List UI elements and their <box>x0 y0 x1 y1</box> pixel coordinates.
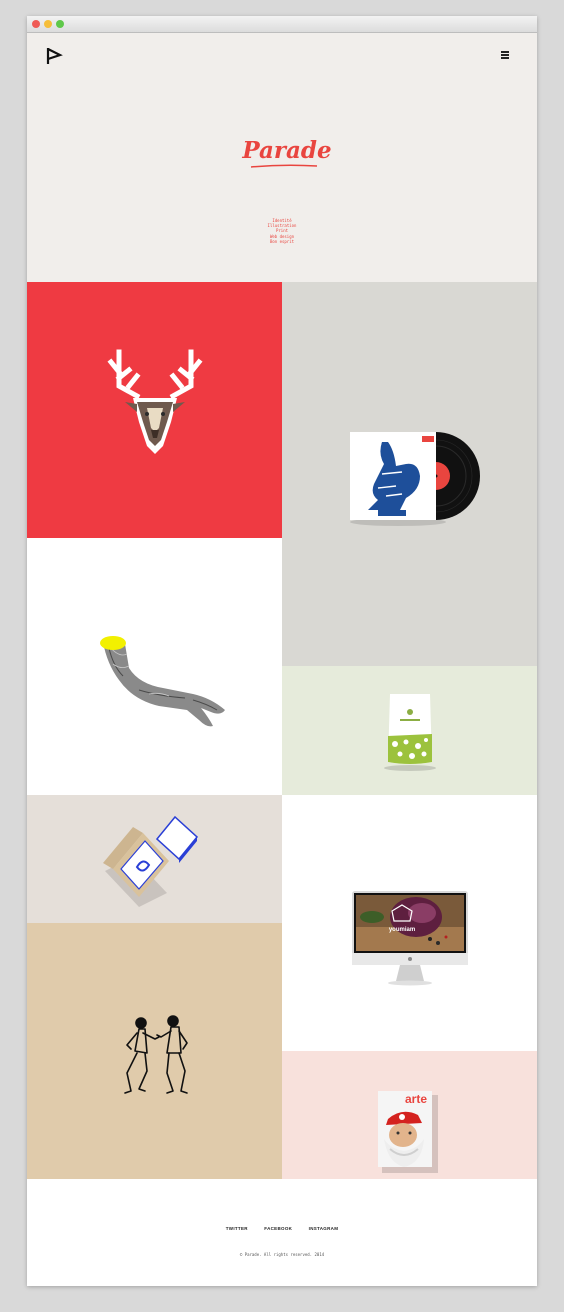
portfolio-tile-pouch[interactable] <box>282 666 537 795</box>
facebook-link[interactable]: FACEBOOK <box>264 1226 292 1231</box>
play-flag-icon[interactable] <box>45 47 63 65</box>
business-cards-icon <box>103 815 199 907</box>
magazine-cover-icon: arte <box>378 1091 438 1173</box>
services-list: Identité Illustration Print Web design B… <box>227 218 337 244</box>
portfolio-tile-vinyl[interactable] <box>282 282 537 666</box>
brand-swash <box>250 164 318 168</box>
twitter-link[interactable]: TWITTER <box>226 1226 248 1231</box>
zoom-window-button[interactable] <box>56 20 64 28</box>
brand-name: Parade <box>242 137 332 164</box>
portfolio-tile-arte[interactable]: arte <box>282 1051 537 1179</box>
service-link-bon-esprit[interactable]: Bon esprit <box>227 239 337 244</box>
copyright-text: © Parade. All rights reserved. 2014 <box>239 1252 325 1257</box>
portfolio-tile-dance[interactable] <box>27 923 282 1179</box>
dancing-figures-icon <box>124 1015 188 1094</box>
portfolio-tile-deer[interactable] <box>27 282 282 538</box>
close-window-button[interactable] <box>32 20 40 28</box>
instagram-link[interactable]: INSTAGRAM <box>309 1226 339 1231</box>
hero-section: Parade Identité Illustration Print Web d… <box>27 33 537 282</box>
deer-head-icon <box>107 349 203 454</box>
minimize-window-button[interactable] <box>44 20 52 28</box>
computer-screen-icon: youmiam <box>352 891 468 986</box>
magazine-title: arte <box>405 1092 427 1106</box>
page-footer: TWITTER FACEBOOK INSTAGRAM © Parade. All… <box>27 1179 537 1286</box>
portfolio-tile-hand[interactable] <box>27 538 282 795</box>
hand-icon <box>100 636 225 727</box>
package-pouch-icon <box>384 694 436 771</box>
hamburger-icon[interactable] <box>499 50 511 60</box>
browser-window: Parade Identité Illustration Print Web d… <box>27 16 537 1286</box>
social-links: TWITTER FACEBOOK INSTAGRAM <box>27 1217 537 1235</box>
portfolio-tile-cards[interactable] <box>27 795 282 923</box>
portfolio-tile-imac[interactable]: youmiam <box>282 795 537 1051</box>
brand-logo: Parade <box>237 137 337 171</box>
vinyl-record-icon <box>350 432 480 526</box>
screen-brand-text: youmiam <box>389 927 415 933</box>
browser-titlebar <box>27 16 537 33</box>
